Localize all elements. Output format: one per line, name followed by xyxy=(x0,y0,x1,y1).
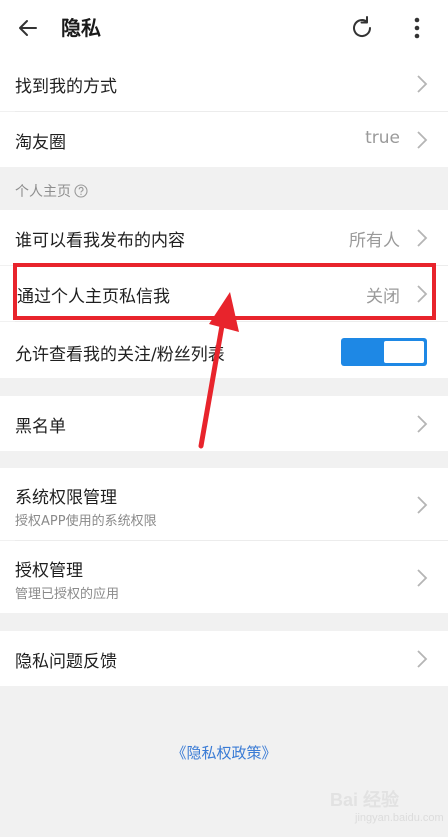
toggle-knob xyxy=(384,341,424,363)
chevron-right-icon xyxy=(417,415,428,433)
chevron-right-icon xyxy=(417,650,428,668)
row-label: 谁可以看我发布的内容 xyxy=(15,231,185,251)
top-bar: 隐私 xyxy=(0,0,448,56)
row-value: true xyxy=(365,128,400,148)
more-vert-icon[interactable] xyxy=(405,14,429,42)
page-title: 隐私 xyxy=(61,16,101,40)
row-label: 黑名单 xyxy=(15,417,66,437)
row-label: 淘友圈 xyxy=(15,133,66,153)
chevron-right-icon xyxy=(417,569,428,587)
refresh-icon[interactable] xyxy=(348,14,376,42)
annotation-arrow-icon xyxy=(198,292,239,449)
row-label: 授权管理 xyxy=(15,561,83,581)
row-label: 找到我的方式 xyxy=(15,77,117,97)
section-header-home: 个人主页 xyxy=(15,181,88,201)
chevron-right-icon xyxy=(417,496,428,514)
privacy-policy-link[interactable]: 《隐私权政策》 xyxy=(0,742,448,763)
chevron-right-icon xyxy=(417,229,428,247)
row-circle[interactable]: 淘友圈 true xyxy=(0,112,448,167)
row-who-can-see[interactable]: 谁可以看我发布的内容 所有人 xyxy=(0,210,448,265)
chevron-right-icon xyxy=(417,75,428,93)
row-label: 隐私问题反馈 xyxy=(15,652,117,672)
help-circle-icon[interactable] xyxy=(74,184,88,198)
follow-list-toggle[interactable] xyxy=(341,338,427,366)
row-sublabel: 管理已授权的应用 xyxy=(15,587,120,602)
row-label: 系统权限管理 xyxy=(15,488,117,508)
row-sublabel: 授权APP使用的系统权限 xyxy=(15,514,157,529)
row-auth-manage[interactable]: 授权管理 管理已授权的应用 xyxy=(0,541,448,613)
row-value: 所有人 xyxy=(349,231,400,251)
chevron-right-icon xyxy=(417,131,428,149)
row-label: 允许查看我的关注/粉丝列表 xyxy=(15,345,225,365)
row-system-permission[interactable]: 系统权限管理 授权APP使用的系统权限 xyxy=(0,468,448,540)
back-arrow-icon[interactable] xyxy=(14,14,42,42)
row-find-me[interactable]: 找到我的方式 xyxy=(0,56,448,111)
watermark: Bai 经验 xyxy=(330,790,400,810)
section-title: 个人主页 xyxy=(15,184,71,200)
watermark-sub: jingyan.baidu.com xyxy=(355,812,444,824)
row-feedback[interactable]: 隐私问题反馈 xyxy=(0,631,448,686)
